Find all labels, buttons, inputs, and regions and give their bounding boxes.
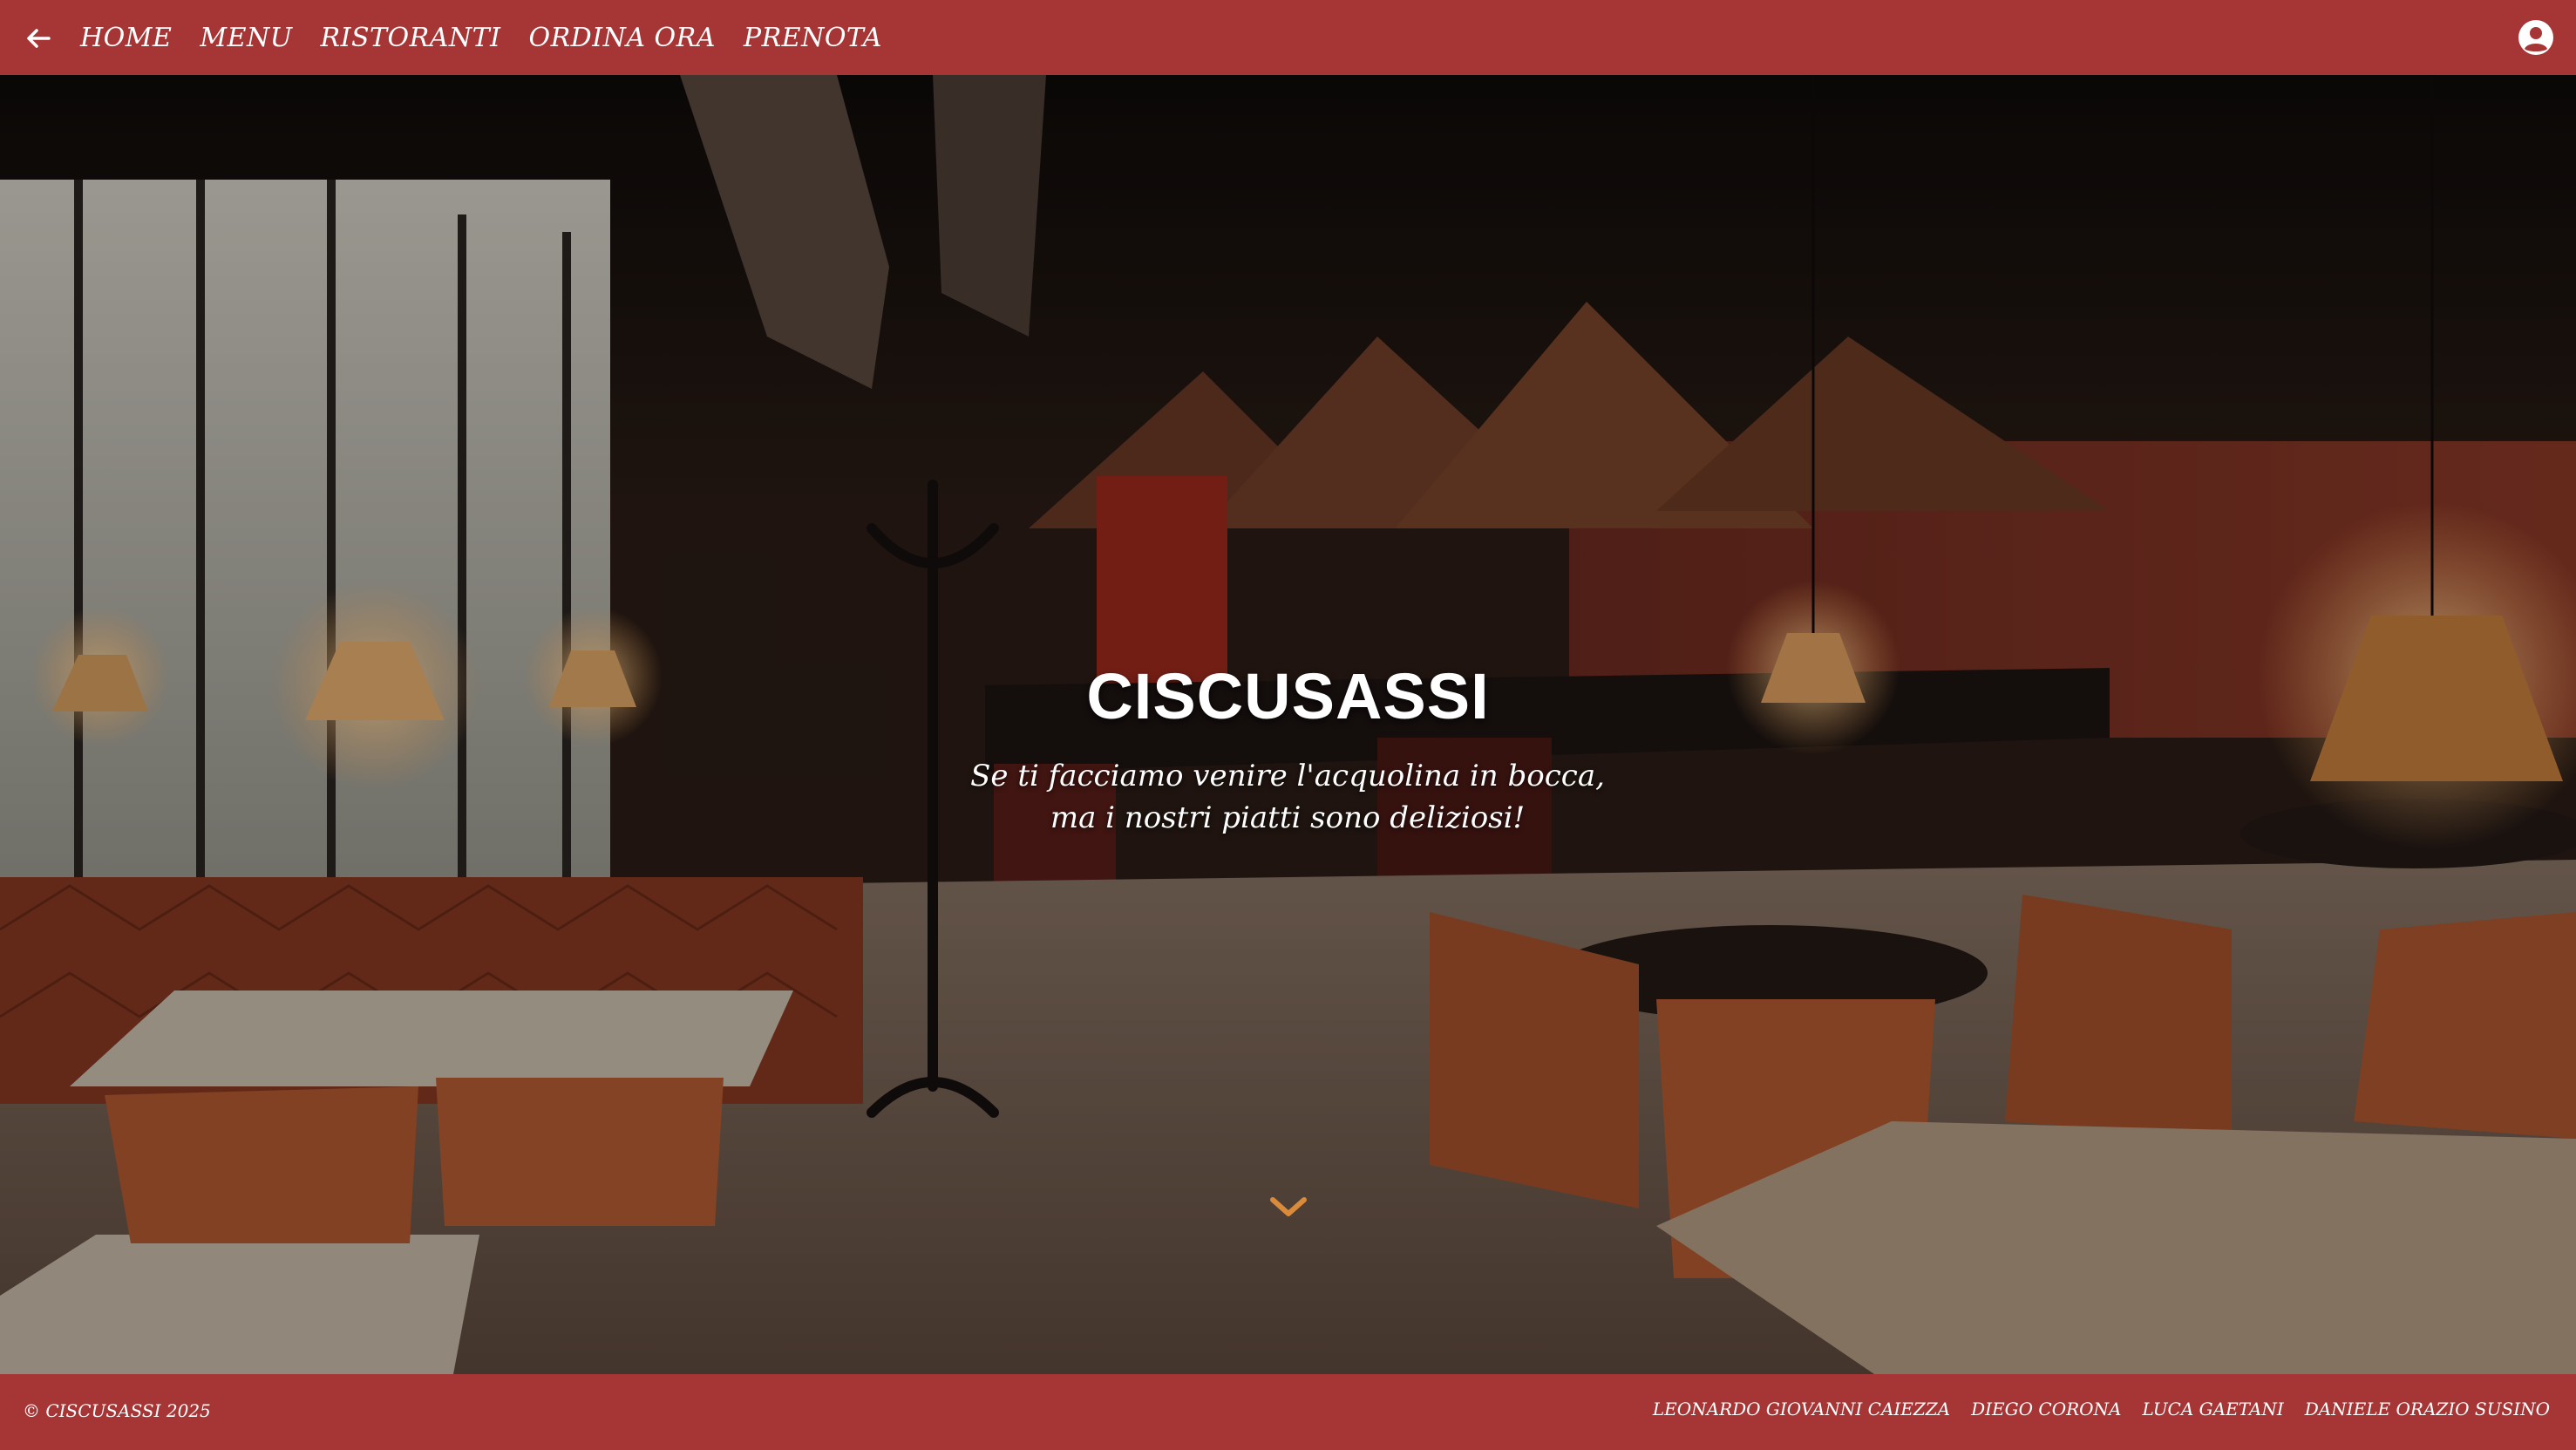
chevron-down-icon <box>1270 1197 1307 1216</box>
footer: © CISCUSASSI 2025 LEONARDO GIOVANNI CAIE… <box>0 1374 2576 1450</box>
top-navbar: HOME MENU RISTORANTI ORDINA ORA PRENOTA <box>0 0 2576 75</box>
credit-name: DANIELE ORAZIO SUSINO <box>2304 1399 2550 1419</box>
hero-subtitle-line-1: Se ti facciamo venire l'acquolina in boc… <box>970 759 1605 793</box>
back-button[interactable] <box>21 21 56 56</box>
nav-link-menu[interactable]: MENU <box>200 23 292 53</box>
hero-title: CISCUSASSI <box>1086 659 1490 732</box>
nav-link-home[interactable]: HOME <box>80 23 172 53</box>
credit-name: LEONARDO GIOVANNI CAIEZZA <box>1652 1399 1951 1419</box>
hero-section: CISCUSASSI Se ti facciamo venire l'acquo… <box>0 75 2576 1374</box>
nav-link-prenota[interactable]: PRENOTA <box>744 23 882 53</box>
credits-list: LEONARDO GIOVANNI CAIEZZA DIEGO CORONA L… <box>1653 1399 2550 1419</box>
credit-name: LUCA GAETANI <box>2142 1399 2284 1419</box>
profile-button[interactable] <box>2517 18 2555 57</box>
hero-subtitle: Se ti facciamo venire l'acquolina in boc… <box>852 755 1723 839</box>
copyright-text: © CISCUSASSI 2025 <box>23 1400 211 1421</box>
nav-link-ordina-ora[interactable]: ORDINA ORA <box>529 23 716 53</box>
arrow-left-icon <box>27 29 51 48</box>
hero-subtitle-line-2: ma i nostri piatti sono deliziosi! <box>1050 800 1526 835</box>
user-circle-icon <box>2518 20 2553 55</box>
nav-link-ristoranti[interactable]: RISTORANTI <box>321 23 501 53</box>
credit-name: DIEGO CORONA <box>1971 1399 2122 1419</box>
main-nav: HOME MENU RISTORANTI ORDINA ORA PRENOTA <box>80 0 882 75</box>
scroll-down-button[interactable] <box>1268 1193 1309 1221</box>
